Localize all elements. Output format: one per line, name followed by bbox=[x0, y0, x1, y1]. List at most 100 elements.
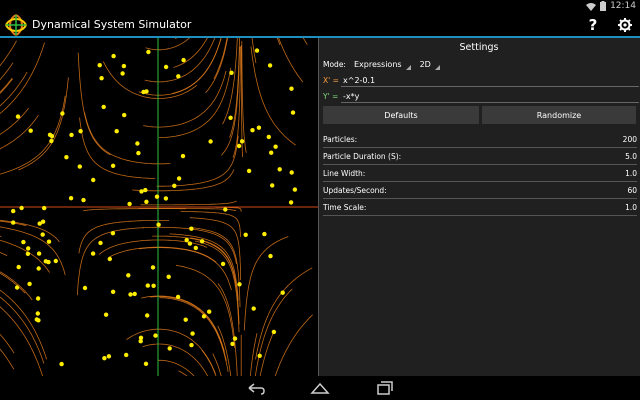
particle-dot bbox=[132, 291, 137, 297]
particle-dot bbox=[136, 150, 141, 156]
particle-dot bbox=[106, 354, 112, 359]
home-icon[interactable] bbox=[310, 380, 330, 396]
dimension-select[interactable]: 2D bbox=[420, 57, 441, 71]
particle-trail bbox=[132, 169, 235, 192]
particle-dot bbox=[239, 139, 245, 144]
particle-trail bbox=[0, 348, 15, 370]
param-value[interactable]: 5.0 bbox=[625, 152, 637, 161]
app-title: Dynamical System Simulator bbox=[32, 18, 192, 31]
particle-trail bbox=[243, 236, 289, 331]
particle-dot bbox=[228, 115, 233, 121]
particle-dot bbox=[166, 274, 171, 279]
particle-dot bbox=[69, 132, 74, 138]
particle-dot bbox=[201, 314, 207, 319]
particle-dot bbox=[163, 64, 169, 70]
particle-dot bbox=[110, 289, 116, 294]
particle-trail bbox=[108, 246, 217, 263]
particle-dot bbox=[28, 128, 33, 133]
particle-dot bbox=[156, 222, 161, 227]
settings-title: Settings bbox=[459, 42, 499, 53]
particle-dot bbox=[251, 306, 256, 311]
particle-trail bbox=[274, 314, 313, 376]
particle-trail bbox=[249, 333, 258, 376]
param-value[interactable]: 60 bbox=[627, 186, 637, 195]
particle-dot bbox=[151, 283, 156, 288]
particle-trail bbox=[145, 38, 190, 51]
mode-value: Expressions bbox=[353, 59, 402, 69]
particle-dot bbox=[77, 164, 83, 169]
particle-trail bbox=[172, 38, 222, 94]
particle-dot bbox=[277, 167, 282, 172]
particle-trail bbox=[0, 40, 17, 67]
particle-dot bbox=[21, 239, 26, 245]
param-label: Line Width: bbox=[323, 169, 366, 178]
particle-dot bbox=[103, 312, 109, 317]
particle-dot bbox=[269, 150, 274, 155]
particle-dot bbox=[90, 251, 96, 256]
y-expression-input[interactable] bbox=[341, 90, 639, 103]
particle-dot bbox=[208, 139, 213, 144]
particle-dot bbox=[144, 199, 149, 204]
particle-trail bbox=[0, 272, 26, 294]
particle-trail bbox=[0, 252, 8, 256]
particle-dot bbox=[40, 232, 45, 237]
particle-dot bbox=[288, 200, 294, 205]
param-row-particle-duration-s[interactable]: Particle Duration (S): 5.0 bbox=[323, 150, 637, 165]
particle-dot bbox=[11, 208, 16, 214]
particle-trail bbox=[175, 38, 178, 39]
recents-icon[interactable] bbox=[374, 380, 394, 396]
settings-button[interactable] bbox=[612, 12, 638, 38]
back-icon[interactable] bbox=[246, 380, 266, 396]
status-icons: 12:14 bbox=[586, 0, 636, 12]
param-row-updates-second[interactable]: Updates/Second: 60 bbox=[323, 184, 637, 199]
x-expression-input[interactable] bbox=[341, 74, 639, 87]
app-logo-icon bbox=[5, 14, 27, 36]
particle-dot bbox=[146, 49, 151, 55]
mode-select[interactable]: Expressions bbox=[354, 57, 412, 71]
particle-dot bbox=[180, 153, 186, 159]
y-expression-label: Y' = bbox=[323, 92, 339, 101]
particle-dot bbox=[199, 239, 205, 244]
particle-dot bbox=[64, 155, 69, 160]
particle-dot bbox=[187, 241, 193, 246]
particle-trail bbox=[156, 135, 239, 187]
particle-dot bbox=[150, 265, 156, 270]
particle-dot bbox=[237, 282, 242, 287]
y-expression-row: Y' = bbox=[323, 90, 639, 104]
particle-dot bbox=[236, 143, 242, 149]
param-value[interactable]: 200 bbox=[623, 135, 637, 144]
particle-dot bbox=[36, 266, 41, 271]
help-button[interactable]: ? bbox=[580, 12, 606, 38]
particle-dot bbox=[110, 231, 116, 236]
particle-trail bbox=[190, 237, 240, 325]
phase-portrait[interactable] bbox=[0, 38, 318, 376]
battery-icon bbox=[600, 1, 607, 11]
particle-dot bbox=[232, 336, 238, 341]
particle-trail bbox=[217, 325, 232, 376]
param-row-particles[interactable]: Particles: 200 bbox=[323, 133, 637, 148]
particle-dot bbox=[81, 197, 86, 203]
status-bar: 12:14 bbox=[0, 0, 640, 12]
param-value[interactable]: 1.0 bbox=[625, 203, 637, 212]
particle-trail bbox=[157, 359, 195, 376]
particle-dot bbox=[292, 187, 298, 192]
particle-dot bbox=[122, 112, 127, 118]
particle-dot bbox=[124, 352, 129, 358]
particle-dot bbox=[34, 317, 39, 322]
randomize-button[interactable]: Randomize bbox=[482, 106, 636, 124]
particle-dot bbox=[184, 237, 189, 243]
simulation-canvas[interactable] bbox=[0, 38, 318, 376]
particle-dot bbox=[46, 239, 52, 244]
particle-dot bbox=[267, 63, 273, 68]
particle-trail bbox=[140, 200, 237, 206]
particle-dot bbox=[280, 290, 285, 295]
param-label: Updates/Second: bbox=[323, 186, 387, 195]
param-label: Particle Duration (S): bbox=[323, 152, 402, 161]
param-row-time-scale[interactable]: Time Scale: 1.0 bbox=[323, 201, 637, 216]
defaults-button[interactable]: Defaults bbox=[323, 106, 479, 124]
param-value[interactable]: 1.0 bbox=[625, 169, 637, 178]
particle-dot bbox=[16, 264, 21, 270]
particle-trail bbox=[173, 38, 208, 68]
particle-dot bbox=[97, 63, 102, 68]
param-row-line-width[interactable]: Line Width: 1.0 bbox=[323, 167, 637, 182]
